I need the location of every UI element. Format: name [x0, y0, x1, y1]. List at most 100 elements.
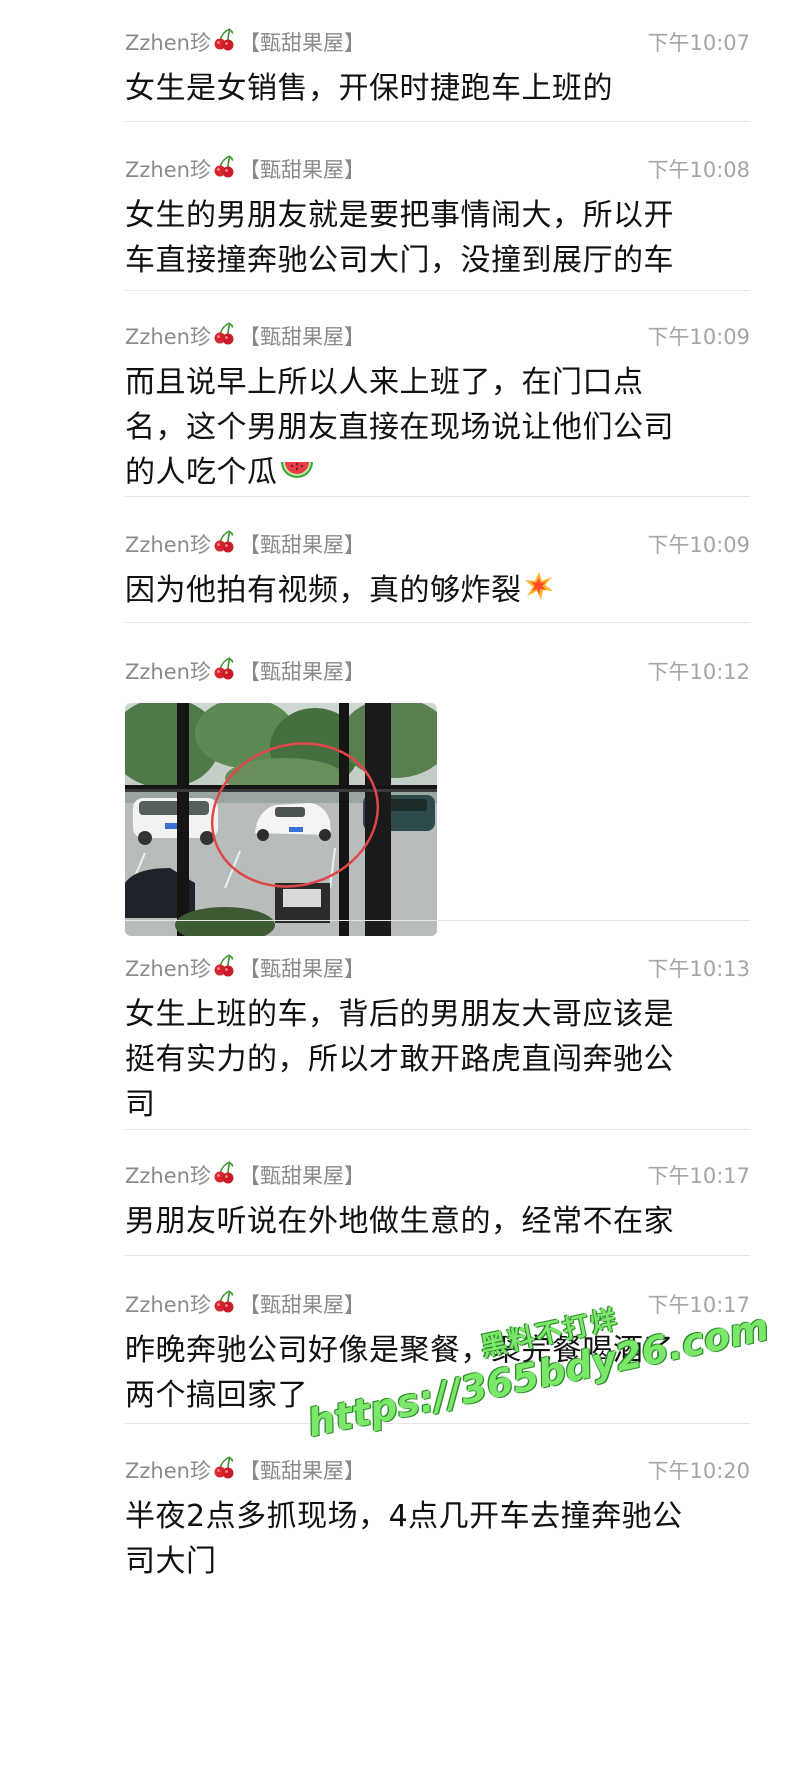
message-header: Zzhen珍 【甄甜果屋】 下午10:09	[125, 530, 750, 568]
message-text: 因为他拍有视频，真的够炸裂	[125, 573, 522, 608]
sender-name: Zzhen珍	[125, 158, 211, 182]
message-text-line: 女生上班的车，背后的男朋友大哥应该是	[125, 992, 750, 1037]
sender-group-tag: 【甄甜果屋】	[238, 660, 365, 684]
message-text-line: 男朋友听说在外地做生意的，经常不在家	[125, 1199, 750, 1244]
chat-message: Zzhen珍 【甄甜果屋】 下午10:08 女生的男朋友就是要把事情闹大，所以开 车直接…	[125, 155, 750, 283]
chat-message: Zzhen珍 【甄甜果屋】 下午10:17 男朋友听说在外地做生意的，经常不在家	[125, 1161, 750, 1244]
message-divider	[125, 622, 750, 623]
message-text-line: 女生是女销售，开保时捷跑车上班的	[125, 66, 750, 111]
sender-info[interactable]: Zzhen珍 【甄甜果屋】	[125, 954, 365, 986]
message-text-line: 名，这个男朋友直接在现场说让他们公司	[125, 405, 750, 450]
sender-group-tag: 【甄甜果屋】	[238, 533, 365, 557]
message-divider	[125, 1423, 750, 1424]
message-text: 女生的男朋友就是要把事情闹大，所以开	[125, 198, 674, 233]
message-time: 下午10:20	[647, 1459, 750, 1483]
chat-message: Zzhen珍 【甄甜果屋】 下午10:13 女生上班的车，背后的男朋友大哥应该是 挺有实…	[125, 954, 750, 1127]
message-time: 下午10:08	[647, 158, 750, 182]
message-text: 男朋友听说在外地做生意的，经常不在家	[125, 1204, 674, 1239]
message-text: 女生是女销售，开保时捷跑车上班的	[125, 71, 613, 106]
sender-group-tag: 【甄甜果屋】	[238, 325, 365, 349]
message-text: 两个搞回家了	[125, 1378, 308, 1413]
message-divider	[125, 1255, 750, 1256]
message-divider	[125, 496, 750, 497]
message-header: Zzhen珍 【甄甜果屋】 下午10:08	[125, 155, 750, 193]
chat-message: Zzhen珍 【甄甜果屋】 下午10:17 昨晚奔驰公司好像是聚餐，聚完餐喝酒了 两个搞…	[125, 1290, 750, 1418]
message-text-line: 司	[125, 1082, 750, 1127]
message-text: 而且说早上所以人来上班了，在门口点	[125, 365, 644, 400]
cherry-icon	[213, 657, 235, 689]
message-text: 半夜2点多抓现场，4点几开车去撞奔驰公	[125, 1499, 683, 1534]
message-text-line: 车直接撞奔驰公司大门，没撞到展厅的车	[125, 238, 750, 283]
cherry-icon	[213, 28, 235, 60]
sender-info[interactable]: Zzhen珍 【甄甜果屋】	[125, 657, 365, 689]
message-text-line: 因为他拍有视频，真的够炸裂	[125, 568, 750, 614]
message-divider	[125, 920, 750, 921]
message-time: 下午10:07	[647, 31, 750, 55]
message-text: 昨晚奔驰公司好像是聚餐，聚完餐喝酒了	[125, 1333, 674, 1368]
message-text: 车直接撞奔驰公司大门，没撞到展厅的车	[125, 243, 674, 278]
message-time: 下午10:13	[647, 957, 750, 981]
sender-group-tag: 【甄甜果屋】	[238, 31, 365, 55]
sender-info[interactable]: Zzhen珍 【甄甜果屋】	[125, 530, 365, 562]
watermelon-icon	[280, 451, 314, 496]
sender-info[interactable]: Zzhen珍 【甄甜果屋】	[125, 28, 365, 60]
message-divider	[125, 1129, 750, 1130]
message-header: Zzhen珍 【甄甜果屋】 下午10:07	[125, 28, 750, 66]
sender-info[interactable]: Zzhen珍 【甄甜果屋】	[125, 1161, 365, 1193]
message-header: Zzhen珍 【甄甜果屋】 下午10:13	[125, 954, 750, 992]
message-text: 女生上班的车，背后的男朋友大哥应该是	[125, 997, 674, 1032]
message-text-line: 司大门	[125, 1539, 750, 1584]
sender-name: Zzhen珍	[125, 325, 211, 349]
sender-name: Zzhen珍	[125, 660, 211, 684]
cherry-icon	[213, 954, 235, 986]
chat-message: Zzhen珍 【甄甜果屋】 下午10:12	[125, 657, 750, 936]
message-text-line: 两个搞回家了	[125, 1373, 750, 1418]
chat-message: Zzhen珍 【甄甜果屋】 下午10:09 因为他拍有视频，真的够炸裂	[125, 530, 750, 614]
sender-name: Zzhen珍	[125, 1293, 211, 1317]
sender-name: Zzhen珍	[125, 1459, 211, 1483]
sender-group-tag: 【甄甜果屋】	[238, 957, 365, 981]
chat-message: Zzhen珍 【甄甜果屋】 下午10:07 女生是女销售，开保时捷跑车上班的	[125, 28, 750, 111]
message-divider	[125, 121, 750, 122]
message-text-line: 挺有实力的，所以才敢开路虎直闯奔驰公	[125, 1037, 750, 1082]
message-header: Zzhen珍 【甄甜果屋】 下午10:20	[125, 1456, 750, 1494]
message-time: 下午10:17	[647, 1293, 750, 1317]
sender-info[interactable]: Zzhen珍 【甄甜果屋】	[125, 322, 365, 354]
message-text: 挺有实力的，所以才敢开路虎直闯奔驰公	[125, 1042, 674, 1077]
sender-info[interactable]: Zzhen珍 【甄甜果屋】	[125, 155, 365, 187]
sender-name: Zzhen珍	[125, 31, 211, 55]
message-text-line: 半夜2点多抓现场，4点几开车去撞奔驰公	[125, 1494, 750, 1539]
message-divider	[125, 290, 750, 291]
cherry-icon	[213, 1290, 235, 1322]
parking-lot-photo[interactable]	[125, 703, 437, 936]
sender-name: Zzhen珍	[125, 1164, 211, 1188]
chat-message: Zzhen珍 【甄甜果屋】 下午10:09 而且说早上所以人来上班了，在门口点 名，这个…	[125, 322, 750, 496]
message-header: Zzhen珍 【甄甜果屋】 下午10:12	[125, 657, 750, 695]
cherry-icon	[213, 1456, 235, 1488]
message-header: Zzhen珍 【甄甜果屋】 下午10:17	[125, 1161, 750, 1199]
chat-message: Zzhen珍 【甄甜果屋】 下午10:20 半夜2点多抓现场，4点几开车去撞奔驰公司大…	[125, 1456, 750, 1584]
message-header: Zzhen珍 【甄甜果屋】 下午10:17	[125, 1290, 750, 1328]
cherry-icon	[213, 530, 235, 562]
sender-group-tag: 【甄甜果屋】	[238, 1459, 365, 1483]
message-text-line: 女生的男朋友就是要把事情闹大，所以开	[125, 193, 750, 238]
message-text-line: 昨晚奔驰公司好像是聚餐，聚完餐喝酒了	[125, 1328, 750, 1373]
message-time: 下午10:09	[647, 533, 750, 557]
sender-group-tag: 【甄甜果屋】	[238, 1293, 365, 1317]
sender-name: Zzhen珍	[125, 533, 211, 557]
message-time: 下午10:17	[647, 1164, 750, 1188]
message-text: 司	[125, 1087, 156, 1122]
message-text: 的人吃个瓜	[125, 455, 278, 490]
sender-name: Zzhen珍	[125, 957, 211, 981]
collision-icon	[524, 569, 554, 614]
sender-info[interactable]: Zzhen珍 【甄甜果屋】	[125, 1290, 365, 1322]
cherry-icon	[213, 1161, 235, 1193]
message-header: Zzhen珍 【甄甜果屋】 下午10:09	[125, 322, 750, 360]
message-text-line: 而且说早上所以人来上班了，在门口点	[125, 360, 750, 405]
message-text: 名，这个男朋友直接在现场说让他们公司	[125, 410, 674, 445]
message-time: 下午10:12	[647, 660, 750, 684]
sender-info[interactable]: Zzhen珍 【甄甜果屋】	[125, 1456, 365, 1488]
message-text-line: 的人吃个瓜	[125, 450, 750, 496]
message-time: 下午10:09	[647, 325, 750, 349]
cherry-icon	[213, 322, 235, 354]
